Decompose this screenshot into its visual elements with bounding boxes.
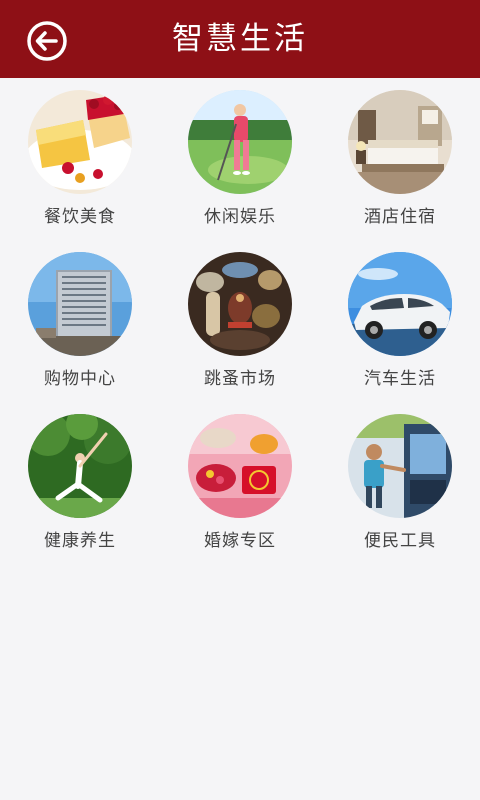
category-hotel[interactable]: 酒店住宿 <box>320 78 480 238</box>
category-label: 休闲娱乐 <box>204 207 276 227</box>
wedding-image <box>188 414 292 518</box>
yoga-image <box>28 414 132 518</box>
category-label: 购物中心 <box>44 369 116 389</box>
category-leisure[interactable]: 休闲娱乐 <box>160 78 320 238</box>
convenience-image <box>348 414 452 518</box>
category-label: 酒店住宿 <box>364 207 436 227</box>
category-car[interactable]: 汽车生活 <box>320 240 480 400</box>
app-header: 智慧生活 <box>0 0 480 78</box>
mall-image <box>28 252 132 356</box>
category-convenience[interactable]: 便民工具 <box>320 402 480 562</box>
category-wedding[interactable]: 婚嫁专区 <box>160 402 320 562</box>
category-label: 便民工具 <box>364 531 436 551</box>
category-label: 餐饮美食 <box>44 207 116 227</box>
category-mall[interactable]: 购物中心 <box>0 240 160 400</box>
flea-market-image <box>188 252 292 356</box>
hotel-image <box>348 90 452 194</box>
category-flea-market[interactable]: 跳蚤市场 <box>160 240 320 400</box>
category-label: 汽车生活 <box>364 369 436 389</box>
category-label: 婚嫁专区 <box>204 531 276 551</box>
golf-image <box>188 90 292 194</box>
food-image <box>28 90 132 194</box>
category-food[interactable]: 餐饮美食 <box>0 78 160 238</box>
page-title: 智慧生活 <box>172 21 308 57</box>
category-label: 健康养生 <box>44 531 116 551</box>
category-health[interactable]: 健康养生 <box>0 402 160 562</box>
car-image <box>348 252 452 356</box>
category-label: 跳蚤市场 <box>204 369 276 389</box>
